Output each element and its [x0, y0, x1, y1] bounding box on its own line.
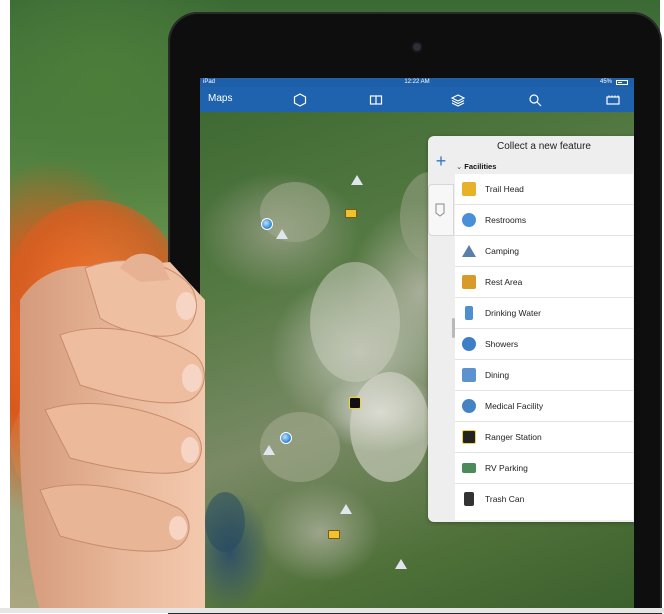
feature-label: Ranger Station: [485, 432, 542, 442]
book-icon[interactable]: [368, 92, 384, 107]
bottom-edge: [0, 608, 664, 613]
feature-item-rv-parking[interactable]: RV Parking: [455, 453, 633, 484]
camping-marker-icon[interactable]: [276, 229, 288, 239]
restrooms-icon: [462, 213, 476, 227]
restrooms-marker-icon[interactable]: [261, 218, 273, 230]
status-time: 12:22 AM: [404, 79, 430, 85]
feature-item-drinking-water[interactable]: Drinking Water: [455, 298, 633, 329]
feature-label: Rest Area: [485, 277, 523, 287]
trash-can-icon: [464, 492, 474, 506]
feature-label: Drinking Water: [485, 308, 541, 318]
feature-item-rest-area[interactable]: Rest Area: [455, 267, 633, 298]
rest-area-icon: [462, 275, 476, 289]
section-label: Facilities: [464, 162, 497, 171]
trail-head-marker-icon[interactable]: [328, 530, 340, 539]
mountain-ridge: [310, 262, 400, 382]
feature-label: Trash Can: [485, 494, 525, 504]
feature-label: Medical Facility: [485, 401, 544, 411]
feature-label: Dining: [485, 370, 510, 380]
battery-percent: 45%: [599, 79, 612, 85]
trail-head-marker-icon[interactable]: [345, 209, 357, 218]
feature-label: Restrooms: [485, 215, 527, 225]
feature-item-trash-can[interactable]: Trash Can: [455, 484, 633, 515]
panel-title: Collect a new feature: [497, 141, 591, 152]
rv-parking-icon: [462, 463, 476, 473]
toolbox-icon[interactable]: [605, 92, 621, 107]
search-icon[interactable]: [527, 92, 543, 107]
camping-marker-icon[interactable]: [340, 504, 352, 514]
ranger-station-icon: [462, 430, 476, 444]
ranger-station-marker-icon[interactable]: [349, 397, 361, 409]
feature-label: RV Parking: [485, 463, 528, 473]
feature-list: Trail Head Restrooms Camping Rest Area D…: [455, 174, 633, 520]
feature-item-restrooms[interactable]: Restrooms: [455, 205, 633, 236]
camping-marker-icon[interactable]: [263, 445, 275, 455]
feature-label: Showers: [485, 339, 519, 349]
feature-item-showers[interactable]: Showers: [455, 329, 633, 360]
feature-item-trail-head[interactable]: Trail Head: [455, 174, 633, 205]
location-icon[interactable]: [292, 92, 308, 107]
mountain-ridge: [350, 372, 430, 482]
chevron-down-icon: ⌄: [456, 162, 463, 171]
dining-icon: [462, 368, 476, 382]
feature-label: Trail Head: [485, 184, 524, 194]
camping-marker-icon[interactable]: [395, 559, 407, 569]
status-bar: iPad 12:22 AM 45%: [200, 78, 634, 87]
mountain-ridge: [260, 182, 330, 242]
camping-icon: [462, 245, 476, 257]
drinking-water-icon: [465, 306, 473, 320]
battery-icon: [616, 80, 628, 85]
tent-blur-light: [10, 380, 150, 510]
showers-icon: [462, 337, 476, 351]
restrooms-marker-icon[interactable]: [280, 432, 292, 444]
tag-icon[interactable]: [434, 202, 446, 218]
camera-icon: [413, 43, 421, 51]
maps-button[interactable]: Maps: [208, 93, 232, 104]
medical-icon: [462, 399, 476, 413]
app-toolbar: Maps: [200, 87, 634, 112]
feature-item-camping[interactable]: Camping: [455, 236, 633, 267]
trail-head-icon: [462, 182, 476, 196]
lake: [205, 492, 245, 552]
camping-marker-icon[interactable]: [351, 175, 363, 185]
section-header-facilities[interactable]: ⌄ Facilities: [456, 160, 634, 174]
feature-item-ranger-station[interactable]: Ranger Station: [455, 422, 633, 453]
tent-blur: [10, 200, 180, 370]
feature-item-medical-facility[interactable]: Medical Facility: [455, 391, 633, 422]
feature-label: Camping: [485, 246, 520, 256]
plus-icon[interactable]: +: [432, 152, 450, 170]
feature-item-dining[interactable]: Dining: [455, 360, 633, 391]
layers-icon[interactable]: [450, 92, 466, 107]
